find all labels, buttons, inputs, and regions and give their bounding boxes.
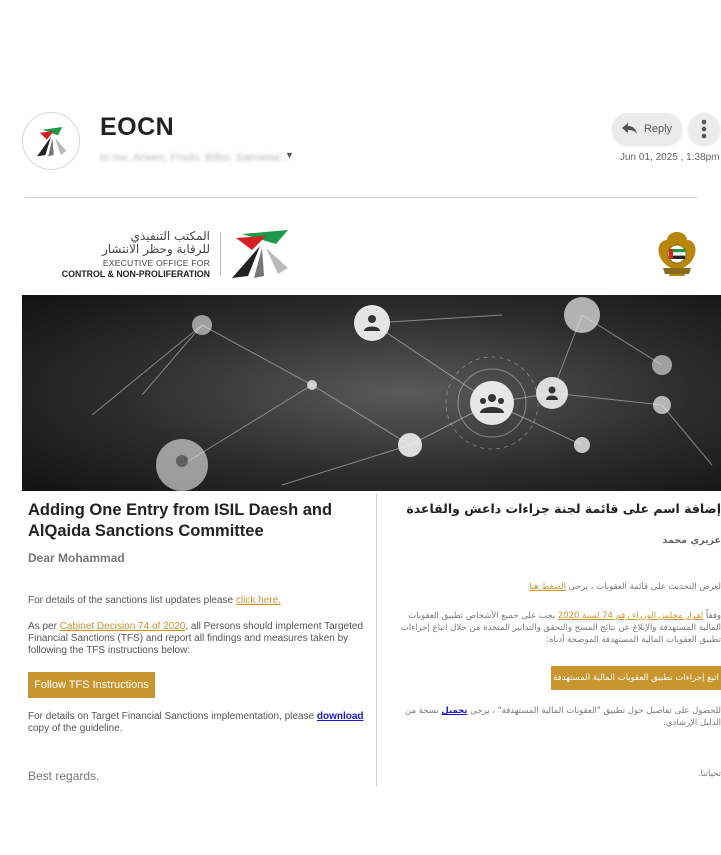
cabinet-decision-link[interactable]: Cabinet Decision 74 of 2020 <box>60 621 186 632</box>
english-cabinet-decision-paragraph: As per Cabinet Decision 74 of 2020, all … <box>28 621 370 657</box>
arabic-download-link[interactable]: تحميل <box>441 706 467 716</box>
sender-avatar[interactable] <box>22 112 80 170</box>
download-guideline-link[interactable]: download <box>317 711 364 722</box>
network-banner-image <box>22 295 721 491</box>
reply-icon <box>621 123 637 134</box>
arabic-sanctions-list-paragraph: لعرض التحديث على قائمة العقوبات ، يرجى ا… <box>391 582 721 592</box>
more-vertical-icon <box>701 119 707 139</box>
eocn-brand-logo-icon <box>232 230 288 278</box>
more-options-button[interactable] <box>688 113 720 145</box>
reply-label: Reply <box>643 123 673 135</box>
arabic-greeting: عزيزي محمد <box>662 535 721 546</box>
email-date: Jun 01, 2025 , 1:38pm <box>620 152 720 163</box>
brand-english-line2: CONTROL & NON-PROLIFERATION <box>61 269 210 279</box>
arabic-sanctions-list-link[interactable]: الضغط هنا <box>529 582 566 592</box>
english-p2-prefix: As per <box>28 621 60 632</box>
email-view: EOCN to me, Arwen, Frodo, Bilbo, Samwise… <box>0 0 721 855</box>
arabic-follow-tfs-button[interactable]: اتبع إجراءات تطبيق العقوبات المالية المس… <box>551 666 721 690</box>
arabic-guideline-paragraph: للحصول على تفاصيل حول تطبيق "العقوبات ال… <box>386 705 721 729</box>
column-divider <box>376 493 377 787</box>
brand-arabic-name: المكتب التنفيذي للرقابة وحظر الانتشار <box>58 230 210 256</box>
brand-arabic-line2: للرقابة وحظر الانتشار <box>101 242 210 256</box>
reply-button[interactable]: Reply <box>612 113 682 145</box>
brand-divider <box>220 232 221 276</box>
english-guideline-paragraph: For details on Target Financial Sanction… <box>28 711 370 735</box>
arabic-p2-prefix: وفقاً <box>703 611 721 621</box>
english-p3-prefix: For details on Target Financial Sanction… <box>28 711 317 722</box>
sanctions-list-link[interactable]: click here. <box>236 595 281 606</box>
brand-english-line1: EXECUTIVE OFFICE FOR <box>102 258 210 268</box>
english-closing: Best regards. <box>28 769 100 783</box>
eocn-logo-icon <box>37 127 67 157</box>
english-title: Adding One Entry from ISIL Daesh and AlQ… <box>28 501 333 540</box>
arabic-cabinet-decision-link[interactable]: لقرار مجلس الوزراء رقم 74 لسنة 2020 <box>558 611 703 621</box>
arabic-cabinet-decision-paragraph: وفقاً لقرار مجلس الوزراء رقم 74 لسنة 202… <box>386 610 721 646</box>
arabic-p1-text: لعرض التحديث على قائمة العقوبات ، يرجى <box>565 582 721 592</box>
recipients-list: to me, Arwen, Frodo, Bilbo, Samwise... <box>100 152 290 164</box>
arabic-title: إضافة اسم على قائمة لجنة جزاءات داعش وال… <box>406 501 721 516</box>
follow-tfs-instructions-button[interactable]: Follow TFS Instructions <box>28 672 155 698</box>
header-divider <box>25 197 697 198</box>
recipients-expand-icon[interactable]: ▼ <box>285 150 294 160</box>
arabic-p3-prefix: للحصول على تفاصيل حول تطبيق "العقوبات ال… <box>467 706 721 716</box>
arabic-closing: تحياتنا. <box>697 769 721 779</box>
english-greeting: Dear Mohammad <box>28 551 125 565</box>
sender-name: EOCN <box>100 113 175 141</box>
english-p3-suffix: copy of the guideline. <box>28 723 123 734</box>
uae-emblem-icon <box>658 232 696 276</box>
english-p1-text: For details of the sanctions list update… <box>28 595 236 606</box>
english-sanctions-list-paragraph: For details of the sanctions list update… <box>28 595 370 607</box>
